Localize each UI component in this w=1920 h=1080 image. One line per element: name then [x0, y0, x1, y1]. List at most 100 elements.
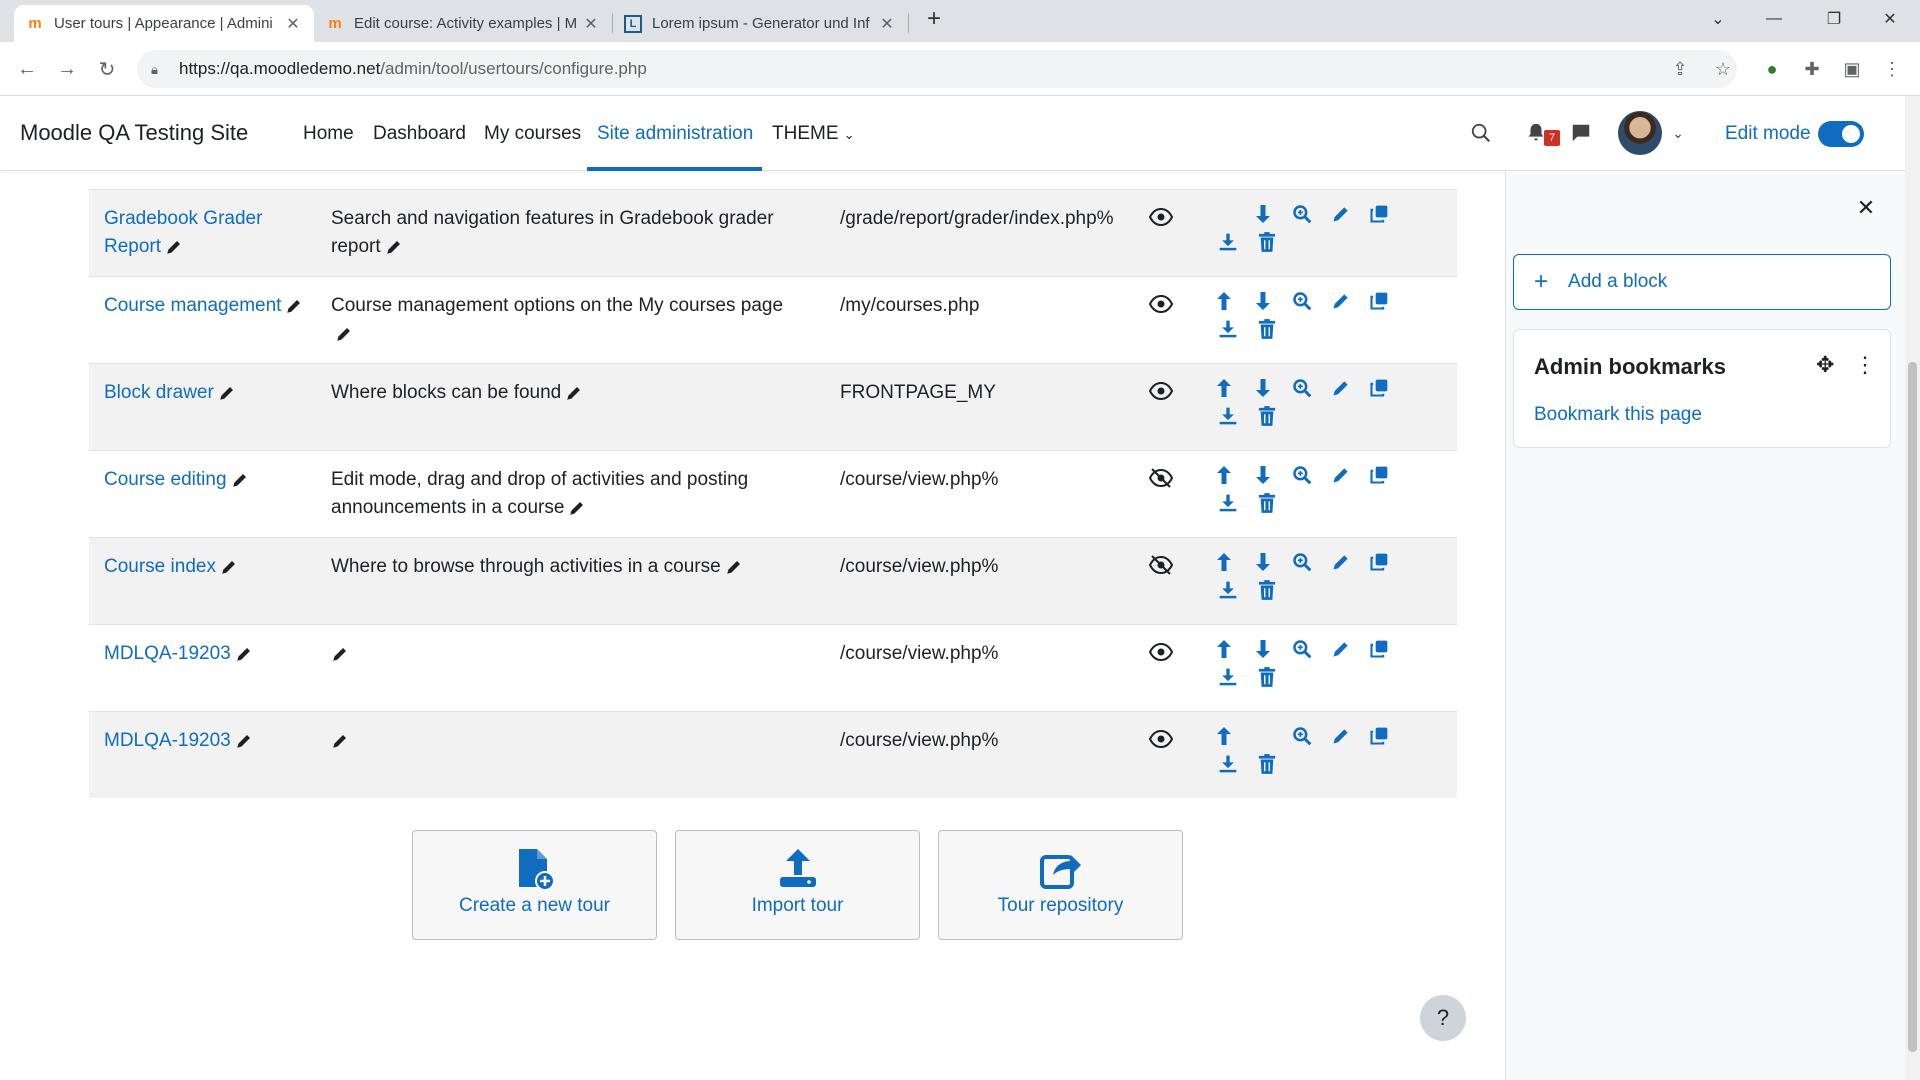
eye-icon[interactable]	[1148, 642, 1175, 666]
move-up-icon[interactable]	[1212, 376, 1236, 400]
restore-icon[interactable]: ❐	[1806, 0, 1862, 38]
close-window-icon[interactable]: ✕	[1862, 0, 1918, 38]
extension-icon[interactable]: ●	[1757, 54, 1787, 84]
duplicate-icon[interactable]	[1367, 637, 1391, 661]
move-up-icon[interactable]	[1212, 550, 1236, 574]
duplicate-icon[interactable]	[1367, 376, 1391, 400]
edit-pencil-icon[interactable]	[231, 643, 253, 664]
delete-icon[interactable]	[1255, 752, 1279, 776]
view-icon[interactable]	[1290, 202, 1314, 226]
delete-icon[interactable]	[1255, 665, 1279, 689]
close-tab-icon[interactable]: ✕	[284, 14, 302, 34]
messages-icon[interactable]	[1566, 118, 1596, 148]
eye-slash-icon[interactable]	[1148, 468, 1175, 492]
tour-name-link[interactable]: Course editing	[104, 469, 227, 490]
edit-tour-icon[interactable]	[1329, 376, 1353, 400]
move-up-icon[interactable]	[1212, 463, 1236, 487]
nav-dashboard[interactable]: Dashboard	[373, 123, 466, 145]
eye-icon[interactable]	[1148, 207, 1175, 231]
tour-name-link[interactable]: Block drawer	[104, 382, 214, 403]
share-icon[interactable]: ⇪	[1665, 54, 1695, 84]
delete-icon[interactable]	[1255, 317, 1279, 341]
help-button[interactable]: ?	[1420, 995, 1466, 1041]
move-down-icon[interactable]	[1251, 637, 1275, 661]
delete-icon[interactable]	[1255, 404, 1279, 428]
move-icon[interactable]: ✥	[1816, 352, 1834, 378]
export-icon[interactable]	[1216, 752, 1240, 776]
edit-pencil-icon[interactable]	[331, 643, 349, 664]
move-down-icon[interactable]	[1251, 289, 1275, 313]
view-icon[interactable]	[1290, 724, 1314, 748]
browser-tab-2[interactable]: m Edit course: Activity examples | M ✕	[314, 5, 612, 42]
browser-tab-1[interactable]: m User tours | Appearance | Admini ✕	[14, 5, 314, 42]
minimize-icon[interactable]: —	[1746, 0, 1802, 38]
side-panel-icon[interactable]: ▣	[1837, 54, 1867, 84]
tour-name-link[interactable]: MDLQA-19203	[104, 730, 231, 751]
new-tab-icon[interactable]: +	[906, 0, 962, 38]
edit-pencil-icon[interactable]	[281, 295, 303, 316]
edit-pencil-icon[interactable]	[561, 382, 583, 403]
address-bar[interactable]: 🔒︎ https://qa.moodledemo.net/admin/tool/…	[137, 50, 1737, 88]
nav-my-courses[interactable]: My courses	[484, 123, 581, 145]
export-icon[interactable]	[1216, 230, 1240, 254]
delete-icon[interactable]	[1255, 230, 1279, 254]
reload-icon[interactable]: ↻	[92, 54, 122, 84]
close-tab-icon[interactable]: ✕	[878, 14, 896, 34]
export-icon[interactable]	[1216, 317, 1240, 341]
scrollbar-thumb[interactable]	[1908, 362, 1917, 1052]
edit-pencil-icon[interactable]	[331, 323, 353, 344]
eye-icon[interactable]	[1148, 294, 1175, 318]
move-down-icon[interactable]	[1251, 550, 1275, 574]
tour-repository-button[interactable]: Tour repository	[938, 830, 1183, 940]
site-brand[interactable]: Moodle QA Testing Site	[20, 120, 248, 146]
create-tour-button[interactable]: Create a new tour	[412, 830, 657, 940]
view-icon[interactable]	[1290, 289, 1314, 313]
search-icon[interactable]	[1466, 118, 1496, 148]
tour-name-link[interactable]: Course index	[104, 556, 216, 577]
edit-pencil-icon[interactable]	[216, 556, 238, 577]
user-menu-chevron-icon[interactable]: ⌄	[1663, 118, 1693, 148]
avatar[interactable]	[1618, 111, 1662, 155]
move-up-icon[interactable]	[1212, 289, 1236, 313]
duplicate-icon[interactable]	[1367, 289, 1391, 313]
import-tour-button[interactable]: Import tour	[675, 830, 920, 940]
duplicate-icon[interactable]	[1367, 202, 1391, 226]
nav-theme[interactable]: THEME ⌄	[772, 123, 855, 145]
move-down-icon[interactable]	[1251, 463, 1275, 487]
edit-tour-icon[interactable]	[1329, 724, 1353, 748]
move-down-icon[interactable]	[1251, 202, 1275, 226]
edit-pencil-icon[interactable]	[214, 382, 236, 403]
delete-icon[interactable]	[1255, 578, 1279, 602]
browser-tab-3[interactable]: L Lorem ipsum - Generator und Inf ✕	[612, 5, 908, 42]
edit-pencil-icon[interactable]	[381, 236, 403, 257]
edit-pencil-icon[interactable]	[721, 556, 743, 577]
edit-pencil-icon[interactable]	[227, 469, 249, 490]
edit-tour-icon[interactable]	[1329, 289, 1353, 313]
duplicate-icon[interactable]	[1367, 724, 1391, 748]
edit-tour-icon[interactable]	[1329, 550, 1353, 574]
edit-pencil-icon[interactable]	[231, 730, 253, 751]
bookmark-this-page-link[interactable]: Bookmark this page	[1534, 404, 1702, 426]
add-block-button[interactable]: + Add a block	[1513, 254, 1891, 310]
block-menu-icon[interactable]: ⋮	[1854, 352, 1876, 378]
menu-dots-icon[interactable]: ⋮	[1877, 54, 1907, 84]
bookmark-star-icon[interactable]: ☆	[1708, 54, 1738, 84]
tour-name-link[interactable]: MDLQA-19203	[104, 643, 231, 664]
view-icon[interactable]	[1290, 463, 1314, 487]
tour-name-link[interactable]: Gradebook Grader Report	[104, 208, 262, 257]
export-icon[interactable]	[1216, 578, 1240, 602]
nav-site-administration[interactable]: Site administration	[597, 123, 753, 145]
edit-tour-icon[interactable]	[1329, 202, 1353, 226]
forward-icon[interactable]: →	[52, 54, 82, 84]
tab-search-icon[interactable]: ⌄	[1690, 0, 1746, 38]
duplicate-icon[interactable]	[1367, 463, 1391, 487]
eye-slash-icon[interactable]	[1148, 555, 1175, 579]
nav-home[interactable]: Home	[303, 123, 354, 145]
duplicate-icon[interactable]	[1367, 550, 1391, 574]
edit-pencil-icon[interactable]	[564, 497, 586, 518]
edit-pencil-icon[interactable]	[331, 730, 349, 751]
delete-icon[interactable]	[1255, 491, 1279, 515]
puzzle-icon[interactable]: ✚	[1797, 54, 1827, 84]
edit-mode-toggle[interactable]	[1818, 121, 1864, 147]
move-up-icon[interactable]	[1212, 637, 1236, 661]
